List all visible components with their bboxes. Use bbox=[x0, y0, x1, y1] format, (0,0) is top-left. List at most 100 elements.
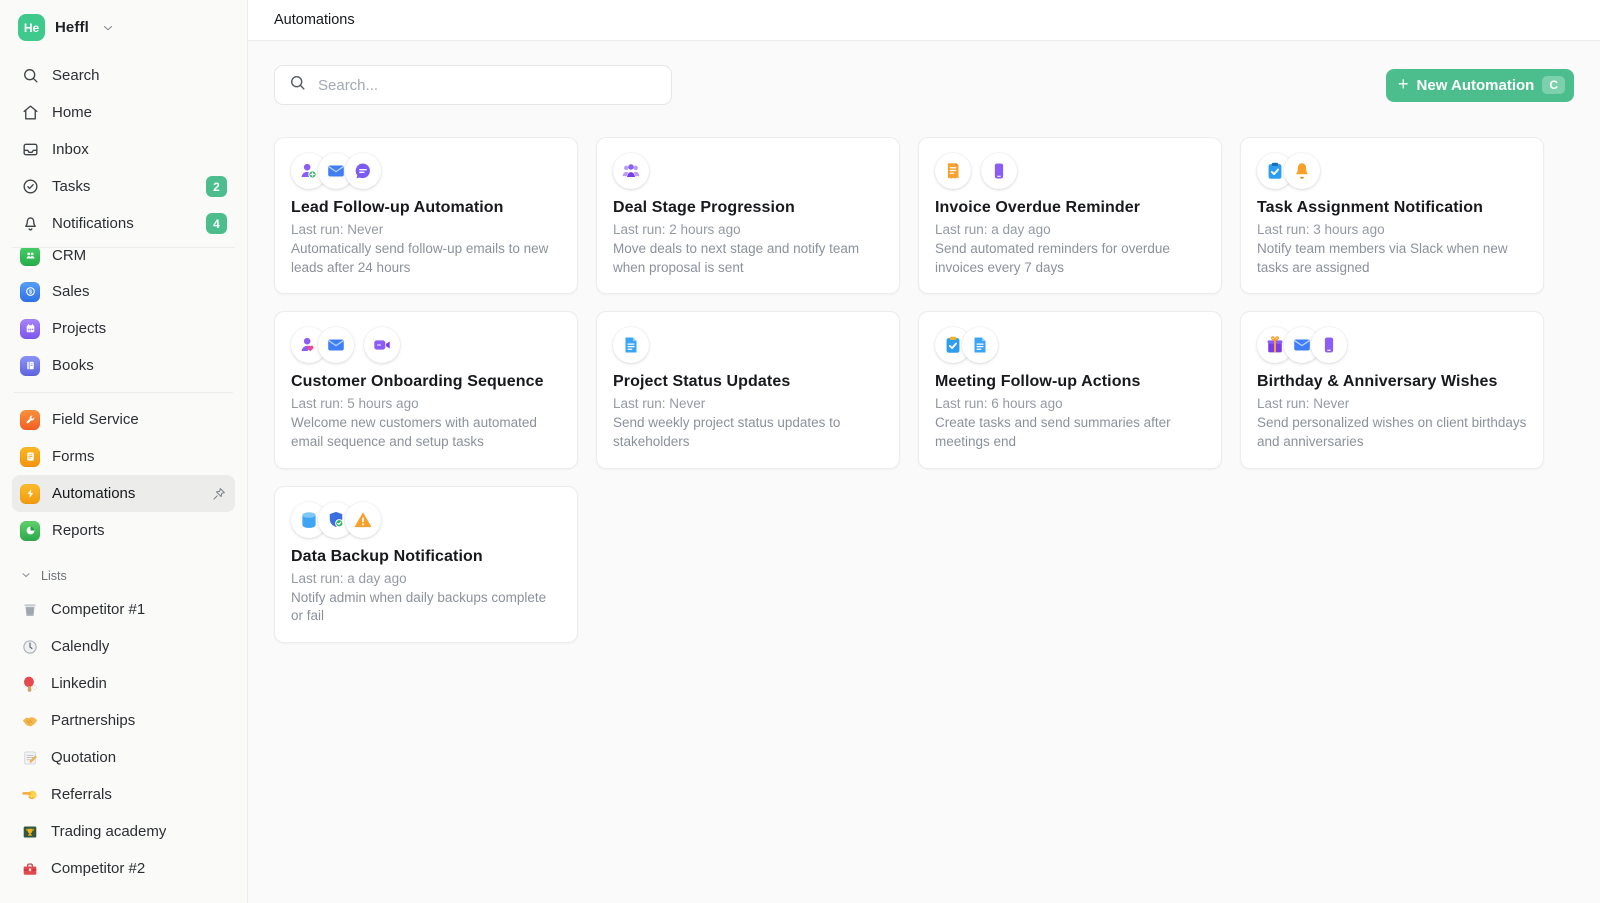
automation-card[interactable]: Customer Onboarding SequenceLast run: 5 … bbox=[274, 311, 578, 468]
video-camera-icon bbox=[364, 327, 400, 363]
sidebar-item-label: Field Service bbox=[52, 411, 139, 428]
automation-card[interactable]: Deal Stage ProgressionLast run: 2 hours … bbox=[596, 137, 900, 294]
home-icon bbox=[20, 103, 40, 123]
sidebar-item-label: Home bbox=[52, 104, 92, 121]
workspace-avatar: He bbox=[18, 14, 45, 41]
clipped-item-wrap: CRM bbox=[12, 247, 235, 273]
card-title: Project Status Updates bbox=[613, 373, 883, 391]
sidebar-primary-nav: Search Home Inbox Tasks2Notifications4 bbox=[12, 57, 235, 242]
icon-group bbox=[291, 502, 381, 538]
chevron-down-icon bbox=[101, 21, 115, 35]
sidebar-item-label: Search bbox=[52, 67, 100, 84]
new-automation-button[interactable]: + New Automation C bbox=[1386, 69, 1574, 102]
sidebar-item-calendly[interactable]: Calendly bbox=[12, 628, 235, 665]
automation-card[interactable]: Data Backup Notification Last run: a day … bbox=[274, 486, 578, 643]
sidebar-item-tasks[interactable]: Tasks2 bbox=[12, 168, 235, 205]
envelope-icon bbox=[318, 327, 354, 363]
sidebar-item-label: Referrals bbox=[51, 786, 112, 803]
paddle-icon bbox=[20, 674, 39, 693]
card-description: Send weekly project status updates to st… bbox=[613, 414, 883, 451]
chevron-down-icon bbox=[20, 569, 32, 584]
automation-card[interactable]: Invoice Overdue ReminderLast run: a day … bbox=[918, 137, 1222, 294]
icon-group bbox=[935, 153, 971, 189]
memo-icon bbox=[20, 748, 39, 767]
page-title: Automations bbox=[274, 12, 355, 28]
sidebar-lists-nav: Competitor #1 Calendly Linkedin Partnership… bbox=[12, 591, 235, 887]
card-last-run: Last run: Never bbox=[613, 396, 883, 411]
sidebar-item-notifications[interactable]: Notifications4 bbox=[12, 205, 235, 242]
sidebar-item-label: Competitor #1 bbox=[51, 601, 145, 618]
sidebar-item-label: Tasks bbox=[52, 178, 90, 195]
card-description: Notify team members via Slack when new t… bbox=[1257, 240, 1527, 277]
automation-card[interactable]: Lead Follow-up Automation Last run: Never… bbox=[274, 137, 578, 294]
sidebar-item-competitor-2[interactable]: Competitor #2 bbox=[12, 850, 235, 887]
card-icons bbox=[291, 501, 561, 539]
phone-icon bbox=[1311, 327, 1347, 363]
sidebar-item-search[interactable]: Search bbox=[12, 57, 235, 94]
card-title: Deal Stage Progression bbox=[613, 199, 883, 217]
sidebar-item-home[interactable]: Home bbox=[12, 94, 235, 131]
sidebar-item-partnerships[interactable]: Partnerships bbox=[12, 702, 235, 739]
document-icon bbox=[613, 327, 649, 363]
shortcut-badge: C bbox=[1542, 76, 1565, 94]
card-title: Lead Follow-up Automation bbox=[291, 199, 561, 217]
sidebar-item-trading-academy[interactable]: Trading academy bbox=[12, 813, 235, 850]
icon-group bbox=[291, 327, 354, 363]
svg-text:$: $ bbox=[28, 289, 31, 295]
sidebar-item-field-service[interactable]: Field Service bbox=[12, 401, 235, 438]
handshake-icon bbox=[20, 711, 39, 730]
card-description: Send personalized wishes on client birth… bbox=[1257, 414, 1527, 451]
sidebar-item-label: Trading academy bbox=[51, 823, 166, 840]
sidebar-item-projects[interactable]: Projects bbox=[12, 310, 235, 347]
notifications-icon bbox=[20, 214, 40, 234]
sidebar-item-label: Projects bbox=[52, 320, 106, 337]
sidebar-item-automations[interactable]: Automations bbox=[12, 475, 235, 512]
sidebar-item-crm[interactable]: CRM bbox=[12, 247, 235, 273]
badge-count: 4 bbox=[206, 213, 227, 234]
pin-icon[interactable] bbox=[211, 486, 227, 502]
bell-icon bbox=[1284, 153, 1320, 189]
icon-group bbox=[613, 327, 649, 363]
sidebar-item-label: Reports bbox=[52, 522, 105, 539]
lists-section-toggle[interactable]: Lists bbox=[12, 565, 235, 587]
forms-app-icon bbox=[20, 447, 40, 467]
card-icons bbox=[613, 326, 883, 364]
sidebar-item-reports[interactable]: Reports bbox=[12, 512, 235, 549]
sidebar-item-label: Linkedin bbox=[51, 675, 107, 692]
sidebar-item-referrals[interactable]: Referrals bbox=[12, 776, 235, 813]
search-input[interactable] bbox=[316, 76, 658, 95]
card-title: Data Backup Notification bbox=[291, 548, 561, 566]
card-last-run: Last run: Never bbox=[291, 222, 561, 237]
automation-card[interactable]: Task Assignment NotificationLast run: 3 … bbox=[1240, 137, 1544, 294]
card-icons bbox=[935, 152, 1205, 190]
card-icons bbox=[291, 152, 561, 190]
sidebar-item-linkedin[interactable]: Linkedin bbox=[12, 665, 235, 702]
sidebar-item-competitor-1[interactable]: Competitor #1 bbox=[12, 591, 235, 628]
page-header: Automations bbox=[248, 0, 1600, 41]
automation-card[interactable]: Project Status Updates Last run: Never Sen… bbox=[596, 311, 900, 468]
sidebar-item-sales[interactable]: $Sales bbox=[12, 273, 235, 310]
workspace-switcher[interactable]: He Heffl bbox=[12, 10, 235, 57]
sidebar-item-inbox[interactable]: Inbox bbox=[12, 131, 235, 168]
sidebar-item-label: Automations bbox=[52, 485, 135, 502]
search-icon bbox=[288, 73, 307, 97]
phone-icon bbox=[981, 153, 1017, 189]
card-description: Automatically send follow-up emails to n… bbox=[291, 240, 561, 277]
sidebar-item-label: Inbox bbox=[52, 141, 89, 158]
card-last-run: Last run: 3 hours ago bbox=[1257, 222, 1527, 237]
sidebar-item-label: CRM bbox=[52, 247, 86, 264]
sidebar-item-forms[interactable]: Forms bbox=[12, 438, 235, 475]
automation-card[interactable]: Birthday & Anniversary WishesLast run: N… bbox=[1240, 311, 1544, 468]
icon-group bbox=[291, 153, 381, 189]
projects-app-icon bbox=[20, 319, 40, 339]
sidebar-item-books[interactable]: Books bbox=[12, 347, 235, 384]
icon-group bbox=[364, 327, 400, 363]
card-description: Welcome new customers with automated ema… bbox=[291, 414, 561, 451]
icon-group bbox=[935, 327, 998, 363]
search-box[interactable] bbox=[274, 65, 672, 105]
card-last-run: Last run: a day ago bbox=[291, 571, 561, 586]
toolbar: + New Automation C bbox=[274, 65, 1574, 105]
automation-card[interactable]: Meeting Follow-up ActionsLast run: 6 hou… bbox=[918, 311, 1222, 468]
sidebar-item-quotation[interactable]: Quotation bbox=[12, 739, 235, 776]
icon-group bbox=[981, 153, 1017, 189]
